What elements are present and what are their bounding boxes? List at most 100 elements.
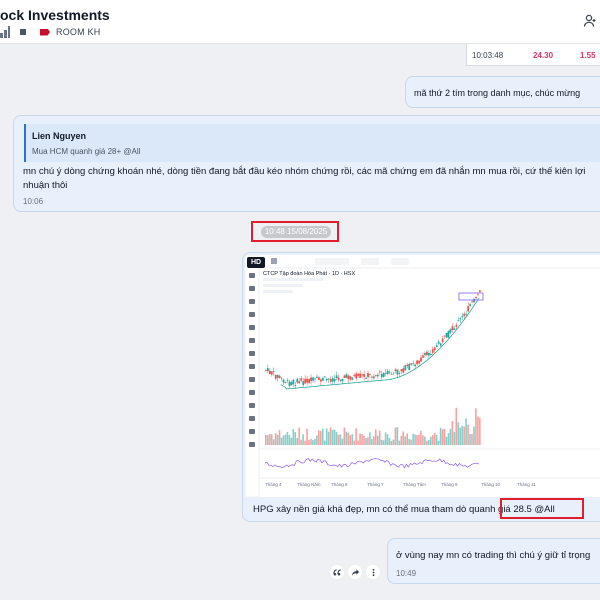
candle-body (424, 353, 426, 356)
volume-bar (298, 427, 300, 445)
candle-body (359, 373, 362, 378)
volume-bar (410, 439, 412, 445)
reply-quote[interactable]: Lien Nguyen Mua HCM quanh giá 28+ @All (24, 124, 600, 162)
volume-bar (359, 433, 361, 445)
volume-bar (276, 434, 279, 445)
volume-bar (475, 408, 477, 445)
candle-body (312, 377, 314, 381)
forward-button[interactable] (348, 565, 362, 579)
volume-bar (369, 432, 371, 445)
candle-body (343, 375, 346, 378)
candle-body (306, 378, 309, 383)
candle-body (331, 378, 334, 382)
candle-body (319, 379, 322, 382)
time-axis-label: Tháng Năm (297, 482, 321, 487)
candle-body (310, 377, 312, 382)
candle-body (290, 382, 293, 386)
candle-body (473, 298, 475, 303)
group-title[interactable]: ock Investments (0, 7, 110, 23)
volume-bar (343, 427, 346, 445)
chart-screenshot[interactable]: CTCP Tập đoàn Hòa Phát · 1D · HSX Tháng … (245, 255, 600, 497)
message-bubble-reply[interactable]: Lien Nguyen Mua HCM quanh giá 28+ @All m… (13, 115, 600, 212)
message-time: 10:06 (23, 197, 44, 206)
volume-bar (302, 434, 304, 445)
toolbar-tool-icon (249, 299, 255, 304)
candle-body (302, 381, 305, 385)
quote-icon (332, 568, 341, 576)
volume-bar (431, 435, 434, 445)
candle-body (463, 313, 466, 317)
tag-icon[interactable] (40, 28, 50, 36)
candle-body (304, 378, 307, 384)
volume-bar (312, 440, 314, 445)
message-bubble[interactable]: ở vùng nay mn có trading thì chú ý giữ t… (387, 538, 600, 584)
image-message[interactable]: CTCP Tập đoàn Hòa Phát · 1D · HSX Tháng … (242, 252, 600, 522)
volume-bar (329, 427, 332, 445)
volume-bar (319, 430, 322, 445)
candle-body (316, 376, 318, 378)
add-member-icon[interactable] (583, 14, 597, 28)
candle-body (443, 335, 446, 337)
volume-bar (327, 431, 330, 445)
candle-body (416, 360, 418, 365)
candle-body (422, 355, 424, 358)
volume-bar (308, 439, 310, 445)
candle-body (471, 301, 473, 303)
candle-body (390, 373, 393, 375)
candle-body (467, 306, 470, 312)
more-options-button[interactable] (366, 565, 380, 579)
candle-body (406, 364, 409, 367)
candle-body (384, 372, 387, 374)
volume-bar (424, 436, 426, 445)
volume-bar (290, 437, 293, 445)
quote-reply-button[interactable] (330, 565, 344, 579)
volume-bar (479, 417, 481, 445)
volume-bar (288, 434, 291, 445)
room-label[interactable]: ROOM KH (56, 27, 100, 37)
candle-body (461, 316, 464, 317)
candle-body (408, 363, 411, 370)
volume-bar (314, 439, 316, 445)
candle-body (404, 365, 407, 371)
toolbar-tool-icon (249, 364, 255, 369)
chart-toolbar (245, 255, 260, 497)
message-bubble[interactable]: mã thứ 2 tím trong danh mục, chúc mừng (405, 76, 600, 108)
toolbar-tool-icon (249, 429, 255, 434)
candle-body (266, 368, 269, 372)
candle-body (418, 360, 420, 364)
volume-bar (469, 433, 471, 445)
time-axis-label: Tháng 7 (367, 482, 384, 487)
chart-top-button (271, 258, 277, 264)
volume-bar (384, 432, 387, 445)
date-separator: 10:48 15/08/2025 (261, 226, 331, 238)
volume-bar (471, 433, 473, 445)
volume-bar (365, 438, 367, 445)
volume-bar (398, 440, 401, 445)
volume-bar (318, 430, 320, 445)
candle-body (392, 372, 395, 374)
candle-body (288, 381, 291, 387)
volume-bar (416, 434, 418, 445)
volume-bar (345, 431, 348, 445)
message-text: mn chú ý dòng chứng khoán nhé, dòng tiền… (23, 166, 586, 191)
toolbar-tool-icon (249, 286, 255, 291)
candle-body (426, 351, 428, 356)
volume-bar (459, 427, 461, 445)
candle-body (441, 338, 444, 343)
volume-bar (404, 436, 407, 445)
candle-body (276, 375, 279, 378)
volume-bar (406, 433, 408, 445)
share-arrow-icon (351, 568, 359, 576)
rsi-line (264, 457, 480, 469)
candle-body (351, 377, 354, 380)
toolbar-tool-icon (249, 338, 255, 343)
time-axis-label: Tháng 10 (481, 482, 501, 487)
candle-body (323, 376, 326, 378)
candle-body (339, 379, 342, 381)
candle-body (437, 341, 440, 344)
volume-bar (388, 437, 391, 445)
volume-bar (270, 434, 273, 445)
volume-bar (333, 429, 336, 445)
candle-body (412, 363, 415, 365)
candle-body (402, 368, 405, 373)
